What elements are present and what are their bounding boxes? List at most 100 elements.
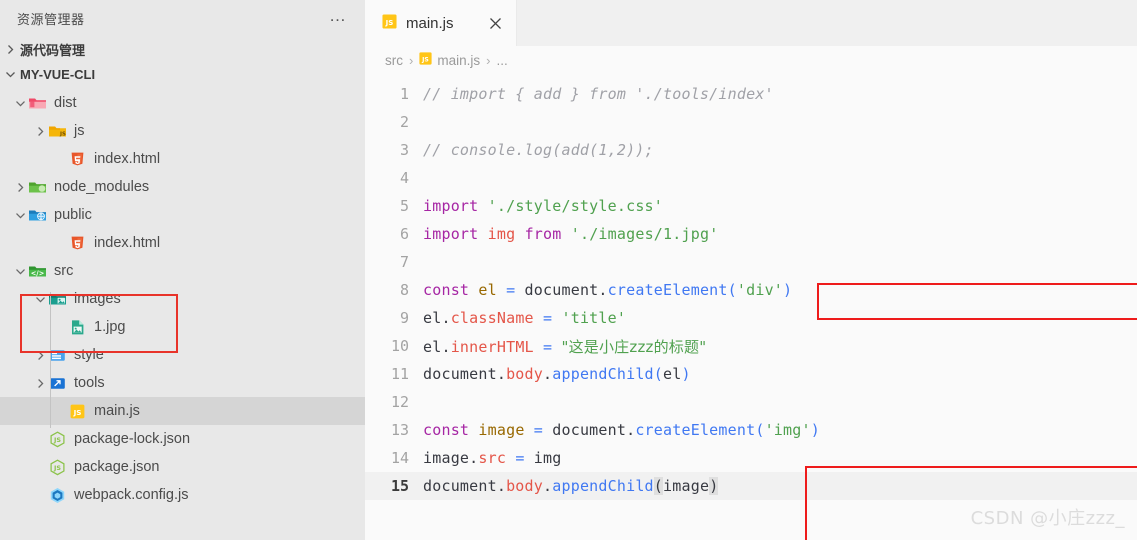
line-number: 13 bbox=[390, 421, 409, 439]
code-token: = bbox=[533, 421, 544, 439]
tree-item-1-jpg[interactable]: 1.jpg bbox=[0, 313, 365, 341]
code-line-text: // console.log(add(1,2)); bbox=[423, 141, 654, 159]
code-token: body bbox=[506, 477, 544, 495]
code-token: document. bbox=[543, 421, 636, 439]
code-token: img bbox=[524, 449, 562, 467]
chevron-right-icon[interactable] bbox=[32, 350, 48, 361]
code-token: image bbox=[663, 477, 710, 495]
code-line-text: document.body.appendChild(el) bbox=[423, 365, 691, 383]
code-line-15[interactable]: 15 document.body.appendChild(image) bbox=[365, 472, 1137, 500]
tree-item-label: main.js bbox=[94, 402, 140, 419]
code-line-text: import './style/style.css' bbox=[423, 197, 663, 215]
tree-item-js[interactable]: JS js bbox=[0, 117, 365, 145]
tree-item-public[interactable]: public bbox=[0, 201, 365, 229]
code-line-2[interactable]: 2 bbox=[365, 108, 1137, 136]
chevron-down-icon[interactable] bbox=[12, 210, 28, 221]
code-line-9[interactable]: 9 el.className = 'title' bbox=[365, 304, 1137, 332]
line-number: 3 bbox=[399, 141, 409, 159]
section-my-vue-cli[interactable]: MY-VUE-CLI bbox=[0, 62, 365, 87]
tree-item-images[interactable]: images bbox=[0, 285, 365, 313]
tree-item-webpack-config-js[interactable]: webpack.config.js bbox=[0, 481, 365, 509]
code-line-13[interactable]: 13 const image = document.createElement('… bbox=[365, 416, 1137, 444]
breadcrumb: src › JS main.js › ... bbox=[365, 46, 1137, 74]
tree-item-tools[interactable]: tools bbox=[0, 369, 365, 397]
chevron-right-icon[interactable] bbox=[32, 126, 48, 137]
code-editor[interactable]: 1 // import { add } from './tools/index' 2… bbox=[365, 74, 1137, 540]
chevron-right-icon[interactable] bbox=[12, 182, 28, 193]
line-number: 2 bbox=[399, 113, 409, 131]
code-line-5[interactable]: 5 import './style/style.css' bbox=[365, 192, 1137, 220]
close-icon[interactable] bbox=[486, 14, 504, 32]
tree-item-main-js[interactable]: JS main.js bbox=[0, 397, 365, 425]
file-tree: dist JS js index.html node_modules public inde… bbox=[0, 87, 365, 509]
breadcrumb-item-main-js[interactable]: JS main.js bbox=[419, 52, 480, 68]
chevron-down-icon bbox=[2, 66, 19, 83]
code-token: el bbox=[478, 281, 497, 299]
svg-text:JS: JS bbox=[385, 17, 394, 26]
code-token: appendChild bbox=[552, 365, 654, 383]
code-line-3[interactable]: 3 // console.log(add(1,2)); bbox=[365, 136, 1137, 164]
tab-main-js[interactable]: JS main.js bbox=[365, 0, 517, 46]
tree-item-label: images bbox=[74, 290, 121, 307]
code-token: 'img' bbox=[764, 421, 811, 439]
tree-item-package-json[interactable]: JS package.json bbox=[0, 453, 365, 481]
tree-item-dist[interactable]: dist bbox=[0, 89, 365, 117]
line-number: 14 bbox=[390, 449, 409, 467]
tree-item-index-html[interactable]: index.html bbox=[0, 229, 365, 257]
tree-item-label: index.html bbox=[94, 234, 161, 251]
code-token: 'title' bbox=[561, 309, 627, 327]
folder-node-icon bbox=[28, 178, 47, 197]
tree-item-index-html[interactable]: index.html bbox=[0, 145, 365, 173]
chevron-down-icon[interactable] bbox=[12, 266, 28, 277]
tree-item-node-modules[interactable]: node_modules bbox=[0, 173, 365, 201]
code-line-4[interactable]: 4 bbox=[365, 164, 1137, 192]
explorer-header: 资源管理器 … bbox=[0, 0, 365, 37]
ellipsis-icon[interactable]: … bbox=[323, 7, 353, 27]
tree-item-package-lock-json[interactable]: JS package-lock.json bbox=[0, 425, 365, 453]
code-line-12[interactable]: 12 bbox=[365, 388, 1137, 416]
code-line-11[interactable]: 11 document.body.appendChild(el) bbox=[365, 360, 1137, 388]
breadcrumb-item-src[interactable]: src bbox=[385, 53, 403, 68]
code-line-10[interactable]: 10 el.innerHTML = "这是小庄zzz的标题" bbox=[365, 332, 1137, 360]
tree-item-style[interactable]: style bbox=[0, 341, 365, 369]
code-token: './style/style.css' bbox=[487, 197, 664, 215]
tree-item-src[interactable]: </> src bbox=[0, 257, 365, 285]
indent-guide bbox=[50, 292, 51, 428]
line-number: 11 bbox=[390, 365, 409, 383]
tree-item-label: js bbox=[74, 122, 85, 139]
code-line-text: el.innerHTML = "这是小庄zzz的标题" bbox=[423, 336, 706, 357]
section-source-control[interactable]: 源代码管理 bbox=[0, 37, 365, 62]
code-token: ( bbox=[755, 421, 765, 439]
folder-js-icon: JS bbox=[48, 122, 67, 141]
tab-bar-empty-area bbox=[517, 0, 1137, 46]
tree-item-label: index.html bbox=[94, 150, 161, 167]
code-line-text: el.className = 'title' bbox=[423, 309, 626, 327]
code-line-1[interactable]: 1 // import { add } from './tools/index' bbox=[365, 80, 1137, 108]
tree-item-label: package-lock.json bbox=[74, 430, 191, 447]
code-token: document. bbox=[423, 365, 507, 383]
vscode-window: 资源管理器 … 源代码管理 MY-VUE-CLI dist JS js index.h… bbox=[0, 0, 1137, 540]
chevron-down-icon[interactable] bbox=[32, 294, 48, 305]
code-line-14[interactable]: 14 image.src = img bbox=[365, 444, 1137, 472]
svg-text:JS: JS bbox=[53, 436, 61, 444]
code-token: el. bbox=[423, 337, 451, 356]
breadcrumb-item-symbols[interactable]: ... bbox=[496, 53, 507, 68]
chevron-right-icon[interactable] bbox=[32, 378, 48, 389]
code-line-text: // import { add } from './tools/index' bbox=[423, 85, 774, 103]
tree-item-label: tools bbox=[74, 374, 105, 391]
code-line-7[interactable]: 7 bbox=[365, 248, 1137, 276]
chevron-down-icon[interactable] bbox=[12, 98, 28, 109]
tree-item-label: package.json bbox=[74, 458, 160, 475]
code-token: 'div' bbox=[736, 281, 784, 299]
code-token: './images/1.jpg' bbox=[570, 225, 719, 243]
section-label: 源代码管理 bbox=[20, 43, 86, 58]
code-token: "这是小庄zzz的标题" bbox=[561, 337, 707, 356]
code-line-6[interactable]: 6 import img from './images/1.jpg' bbox=[365, 220, 1137, 248]
code-line-8[interactable]: 8 const el = document.createElement('div'… bbox=[365, 276, 1137, 304]
